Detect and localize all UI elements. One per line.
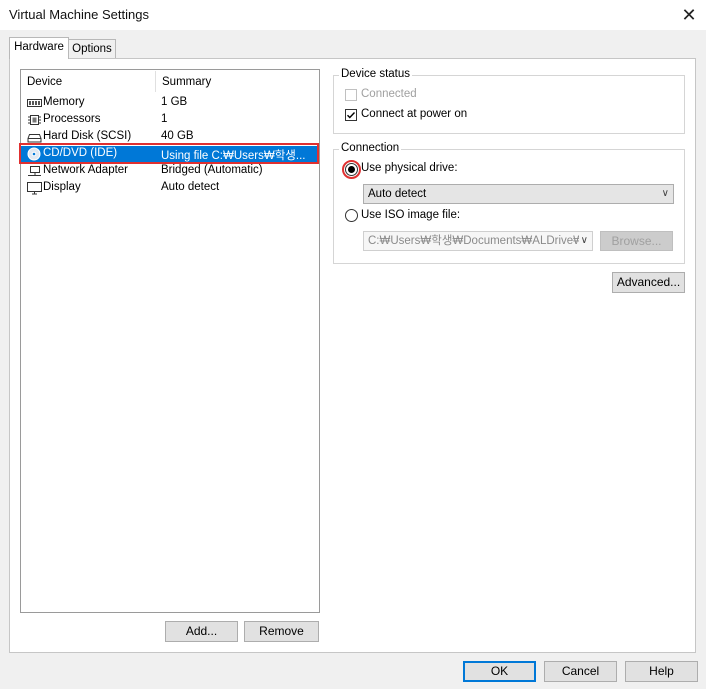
- close-icon[interactable]: ✕: [676, 4, 702, 26]
- connected-checkbox[interactable]: [345, 89, 357, 101]
- connect-at-power-on-checkbox[interactable]: [345, 109, 357, 121]
- hard-disk-icon: [27, 130, 42, 144]
- checkmark-icon: [347, 112, 356, 119]
- device-summary: Bridged (Automatic): [161, 164, 263, 176]
- column-separator[interactable]: [155, 71, 156, 92]
- cancel-button[interactable]: Cancel: [544, 661, 617, 682]
- tab-options[interactable]: Options: [68, 39, 116, 59]
- device-row-display[interactable]: Display Auto detect: [21, 180, 319, 197]
- memory-icon: [27, 96, 42, 110]
- device-name: Display: [43, 181, 81, 193]
- device-summary: 1 GB: [161, 96, 188, 108]
- connected-label[interactable]: Connected: [361, 88, 417, 100]
- remove-button[interactable]: Remove: [244, 621, 319, 642]
- selection-highlight-box: [19, 143, 319, 164]
- add-button[interactable]: Add...: [165, 621, 238, 642]
- device-name: Memory: [43, 96, 85, 108]
- use-physical-drive-label[interactable]: Use physical drive:: [361, 162, 458, 174]
- tab-hardware[interactable]: Hardware: [9, 37, 69, 59]
- device-name: Network Adapter: [43, 164, 129, 176]
- device-name: Processors: [43, 113, 101, 125]
- device-summary: 40 GB: [161, 130, 194, 142]
- iso-path-combo[interactable]: C:₩Users₩학생₩Documents₩ALDrive₩ ∨: [363, 231, 593, 251]
- advanced-button[interactable]: Advanced...: [612, 272, 685, 293]
- connect-at-power-on-label[interactable]: Connect at power on: [361, 108, 467, 120]
- display-icon: [27, 181, 42, 195]
- browse-button[interactable]: Browse...: [600, 231, 673, 251]
- column-header-device[interactable]: Device: [27, 76, 62, 88]
- iso-path-value: C:₩Users₩학생₩Documents₩ALDrive₩: [368, 235, 585, 247]
- chevron-down-icon: ∨: [578, 232, 588, 250]
- use-iso-image-radio[interactable]: [345, 209, 358, 222]
- device-name: Hard Disk (SCSI): [43, 130, 132, 142]
- processor-icon: [27, 113, 42, 127]
- radio-highlight-circle: [342, 160, 361, 179]
- chevron-down-icon: ∨: [661, 188, 669, 199]
- use-iso-image-label[interactable]: Use ISO image file:: [361, 209, 460, 221]
- help-button[interactable]: Help: [625, 661, 698, 682]
- device-status-group: [333, 75, 685, 134]
- physical-drive-select[interactable]: Auto detect ∨: [363, 184, 674, 204]
- network-adapter-icon: [27, 164, 42, 178]
- physical-drive-value: Auto detect: [368, 188, 427, 200]
- device-row-memory[interactable]: Memory 1 GB: [21, 95, 319, 112]
- device-status-title: Device status: [339, 68, 413, 80]
- connection-title: Connection: [339, 142, 402, 154]
- device-row-processors[interactable]: Processors 1: [21, 112, 319, 129]
- device-summary: 1: [161, 113, 168, 125]
- device-summary: Auto detect: [161, 181, 220, 193]
- ok-button[interactable]: OK: [463, 661, 536, 682]
- device-row-network-adapter[interactable]: Network Adapter Bridged (Automatic): [21, 163, 319, 180]
- column-header-summary[interactable]: Summary: [162, 76, 211, 88]
- window-title: Virtual Machine Settings: [9, 7, 149, 22]
